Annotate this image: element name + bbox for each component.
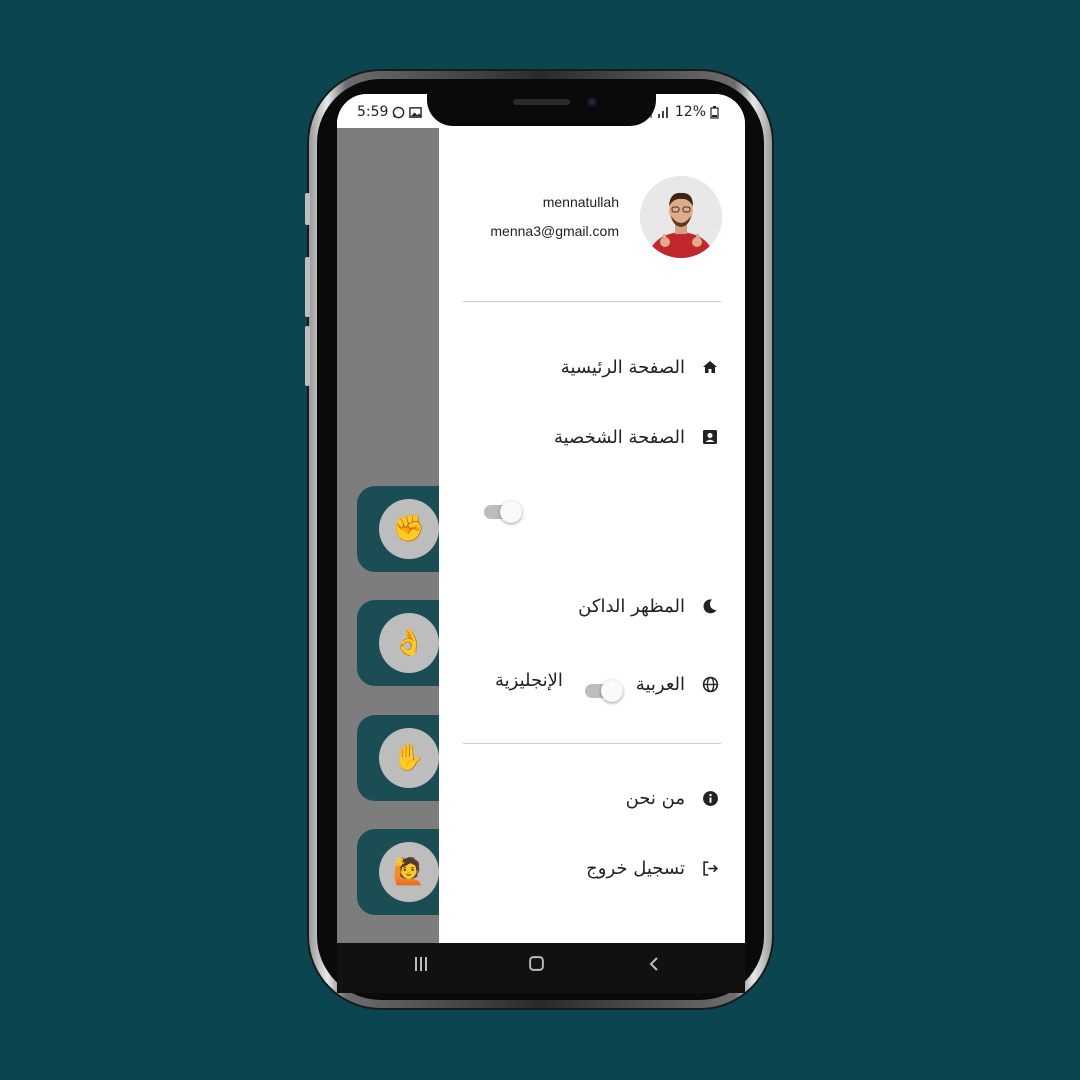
side-button — [305, 257, 310, 317]
menu-item-home[interactable]: الصفحة الرئيسية — [561, 351, 721, 383]
speaker — [513, 99, 570, 105]
avatar[interactable] — [640, 176, 722, 258]
recent-apps-icon[interactable] — [413, 953, 429, 977]
menu-item-label: من نحن — [625, 787, 685, 809]
robot-hand-ok-image: 👌 — [379, 613, 439, 673]
home-icon — [699, 356, 721, 378]
menu-item-logout[interactable]: تسجيل خروج — [586, 852, 721, 884]
moon-icon — [699, 595, 721, 617]
home-nav-icon[interactable] — [528, 953, 545, 977]
language-toggle[interactable] — [585, 680, 623, 702]
back-icon[interactable] — [646, 953, 662, 977]
status-time: 5:59 — [357, 104, 389, 120]
globe-icon — [699, 673, 721, 695]
navigation-drawer: mennatullah menna3@gmail.com الصفحة الرئ… — [439, 128, 745, 943]
side-button — [305, 326, 310, 386]
profile-icon — [699, 426, 721, 448]
menu-item-label: تسجيل خروج — [586, 857, 685, 879]
menu-item-profile[interactable]: الصفحة الشخصية — [554, 421, 721, 453]
front-camera — [587, 97, 597, 107]
image-icon — [409, 106, 423, 118]
menu-item-label: الصفحة الشخصية — [553, 426, 685, 448]
user-email: menna3@gmail.com — [490, 223, 619, 239]
menu-item-language: العربية — [636, 668, 721, 700]
menu-item-dark-mode: المظهر الداكن — [578, 590, 721, 622]
app-screen: 5:59 12% ✊ 👌 ✋ 🙋 mennatullah menna3@gmai… — [337, 94, 745, 943]
divider — [463, 301, 721, 302]
robot-fist-image: ✊ — [379, 499, 439, 559]
language-arabic-label: العربية — [635, 673, 685, 695]
user-name: mennatullah — [542, 194, 619, 210]
battery-icon — [710, 105, 719, 119]
side-button — [305, 193, 310, 225]
battery-text: 12% — [674, 104, 706, 120]
whatsapp-icon — [393, 106, 405, 118]
sign-hands-image: ✋ — [379, 728, 439, 788]
person-signing-image: 🙋 — [379, 842, 439, 902]
menu-item-about[interactable]: من نحن — [626, 782, 721, 814]
menu-item-label: الصفحة الرئيسية — [560, 356, 685, 378]
language-english-label: الإنجليزية — [495, 670, 563, 691]
notch — [427, 88, 656, 126]
menu-item-label: المظهر الداكن — [578, 595, 685, 617]
dark-mode-toggle[interactable] — [484, 501, 522, 523]
system-nav-bar — [337, 943, 745, 993]
divider — [463, 743, 721, 744]
logout-icon — [699, 857, 721, 879]
info-icon — [699, 787, 721, 809]
